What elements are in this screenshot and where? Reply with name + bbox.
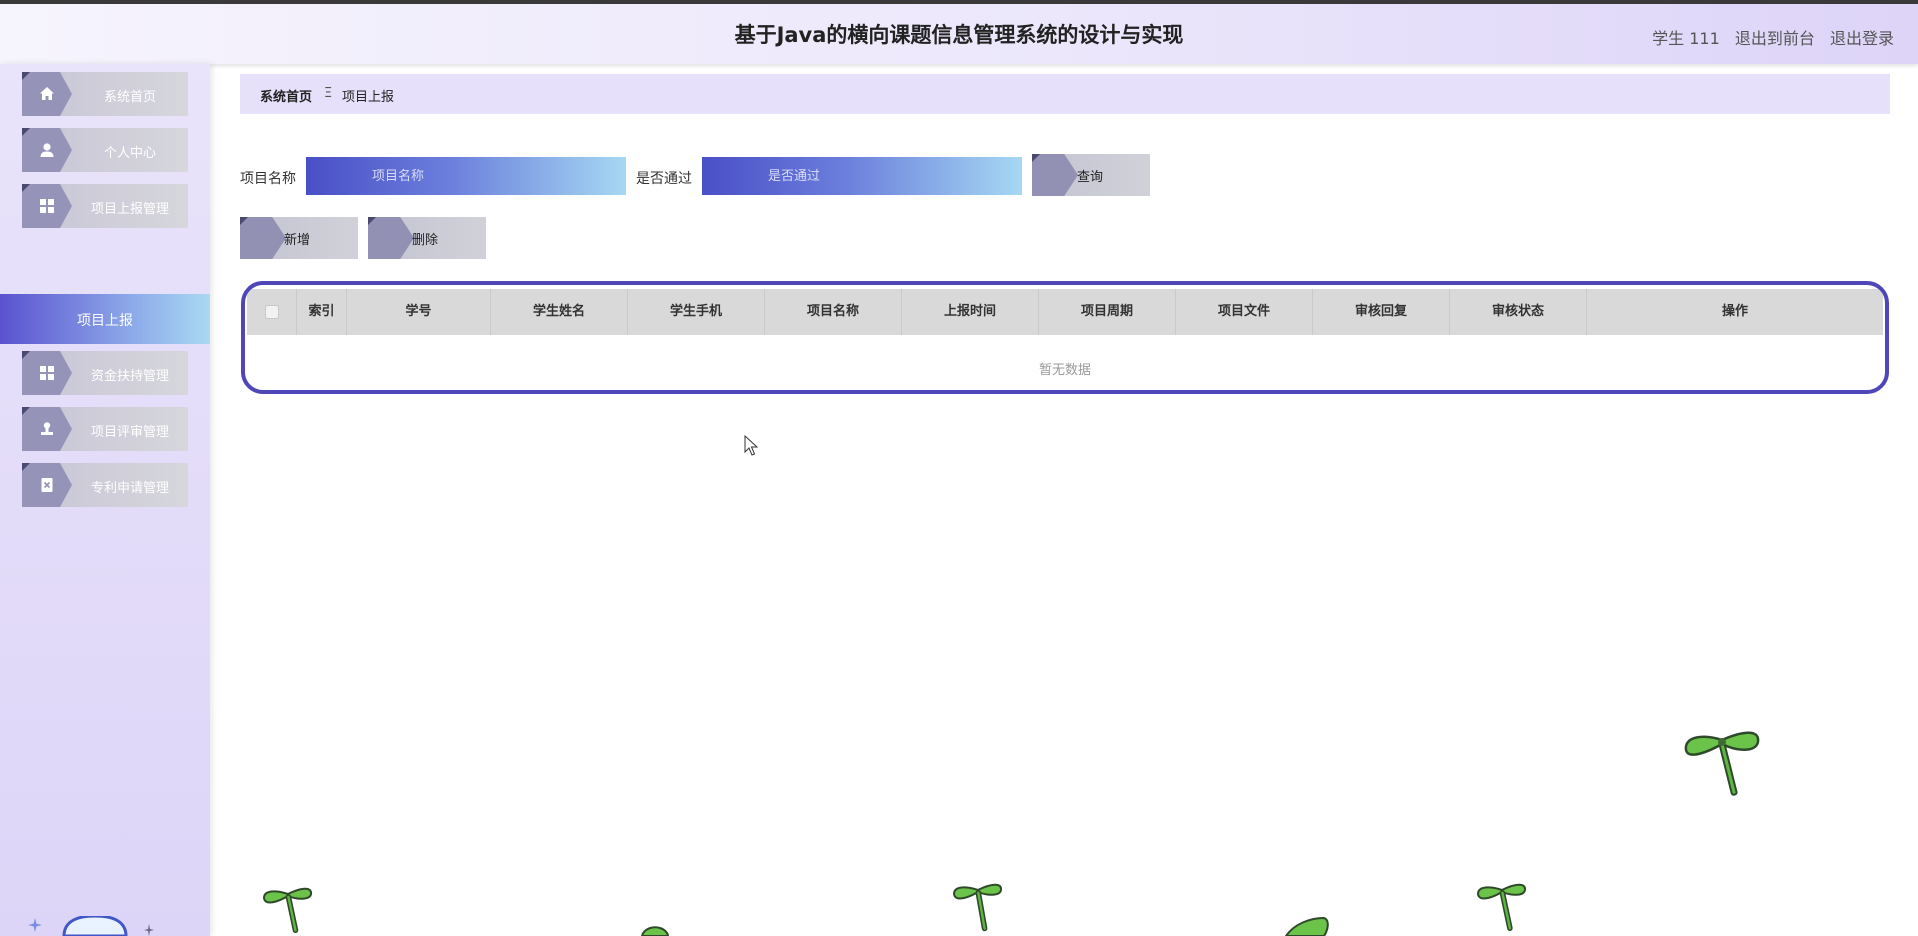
- document-icon: [41, 478, 53, 492]
- sidebar-item-home[interactable]: 系统首页: [22, 72, 188, 116]
- delete-button-label: 删除: [412, 233, 439, 248]
- home-icon: [40, 87, 54, 100]
- sidebar-item-label: 系统首页: [103, 90, 156, 105]
- button-tab-shape: [240, 217, 286, 259]
- propeller-decoration-icon: [1476, 883, 1526, 931]
- sidebar-item-project-report-management[interactable]: 项目上报管理: [22, 184, 188, 228]
- column-header[interactable]: 学生手机: [628, 289, 765, 335]
- project-name-input[interactable]: [306, 157, 626, 195]
- mascot-head-icon: [62, 916, 128, 936]
- breadcrumb-current: 项目上报: [342, 90, 395, 105]
- column-header[interactable]: 项目名称: [765, 289, 902, 335]
- column-header[interactable]: 审核回复: [1313, 289, 1450, 335]
- sidebar-item-label: 项目上报管理: [90, 202, 169, 217]
- sidebar: 系统首页 个人中心 项目上报管理 项目上报 资金扶持管理 项目评审管理 专利申请…: [0, 64, 210, 936]
- stamp-icon: [41, 422, 53, 435]
- sparkle-icon: [144, 924, 154, 936]
- sidebar-item-label: 项目上报: [77, 313, 133, 329]
- table-header: 索引 学号 学生姓名 学生手机 项目名称 上报时间 项目周期 项目文件 审核回复…: [247, 289, 1883, 335]
- mouse-cursor-icon: [744, 435, 759, 456]
- column-header[interactable]: 上报时间: [902, 289, 1039, 335]
- grid-icon: [40, 366, 54, 380]
- logout-link[interactable]: 退出登录: [1830, 29, 1894, 48]
- column-header[interactable]: 学号: [347, 289, 491, 335]
- column-header[interactable]: 审核状态: [1450, 289, 1587, 335]
- query-button[interactable]: 查询: [1032, 154, 1150, 196]
- add-button-label: 新增: [284, 233, 311, 248]
- exit-to-frontend-link[interactable]: 退出到前台: [1735, 29, 1815, 48]
- sidebar-item-label: 个人中心: [103, 146, 156, 161]
- sidebar-item-patent-application-management[interactable]: 专利申请管理: [22, 463, 188, 507]
- empty-state-text: 暂无数据: [1038, 363, 1091, 378]
- user-icon: [40, 143, 54, 157]
- column-header[interactable]: 学生姓名: [491, 289, 628, 335]
- propeller-decoration-icon: [640, 926, 670, 936]
- propeller-decoration-icon: [1284, 916, 1329, 936]
- button-tab-shape: [368, 217, 414, 259]
- header-user-area: 学生 111 退出到前台 退出登录: [1642, 25, 1894, 49]
- sidebar-item-funding-support-management[interactable]: 资金扶持管理: [22, 351, 188, 395]
- current-user: 学生 111: [1652, 29, 1720, 48]
- sparkle-icon: [28, 918, 42, 932]
- app-header: 基于Java的横向课题信息管理系统的设计与实现 学生 111 退出到前台 退出登…: [0, 4, 1918, 64]
- column-header: 操作: [1721, 304, 1748, 319]
- project-name-label: 项目名称: [240, 171, 296, 187]
- passed-input[interactable]: [702, 157, 1022, 195]
- query-button-label: 查询: [1077, 170, 1104, 185]
- delete-button[interactable]: 删除: [368, 217, 486, 259]
- select-all-column: [247, 289, 297, 335]
- breadcrumb: 系统首页 Ξ 项目上报: [240, 74, 1890, 114]
- app-title: 基于Java的横向课题信息管理系统的设计与实现: [734, 23, 1184, 47]
- passed-label: 是否通过: [636, 171, 692, 187]
- propeller-decoration-icon: [1684, 731, 1760, 796]
- propeller-decoration-icon: [952, 883, 1002, 932]
- column-header[interactable]: 项目文件: [1176, 289, 1313, 335]
- breadcrumb-home[interactable]: 系统首页: [260, 86, 312, 105]
- sidebar-item-label: 资金扶持管理: [90, 369, 169, 384]
- propeller-decoration-icon: [262, 887, 312, 934]
- sidebar-item-personal-center[interactable]: 个人中心: [22, 128, 188, 172]
- column-header[interactable]: 索引: [297, 289, 347, 335]
- sidebar-item-label: 专利申请管理: [90, 481, 169, 496]
- select-all-checkbox[interactable]: [265, 305, 279, 319]
- breadcrumb-separator: Ξ: [324, 86, 333, 101]
- sidebar-item-project-review-management[interactable]: 项目评审管理: [22, 407, 188, 451]
- column-header[interactable]: 项目周期: [1039, 289, 1176, 335]
- data-table: 索引 学号 学生姓名 学生手机 项目名称 上报时间 项目周期 项目文件 审核回复…: [241, 281, 1889, 394]
- sidebar-item-project-report[interactable]: 项目上报: [0, 294, 210, 344]
- sidebar-item-label: 项目评审管理: [90, 425, 169, 440]
- add-button[interactable]: 新增: [240, 217, 358, 259]
- button-tab-shape: [1032, 154, 1078, 196]
- grid-icon: [40, 199, 54, 213]
